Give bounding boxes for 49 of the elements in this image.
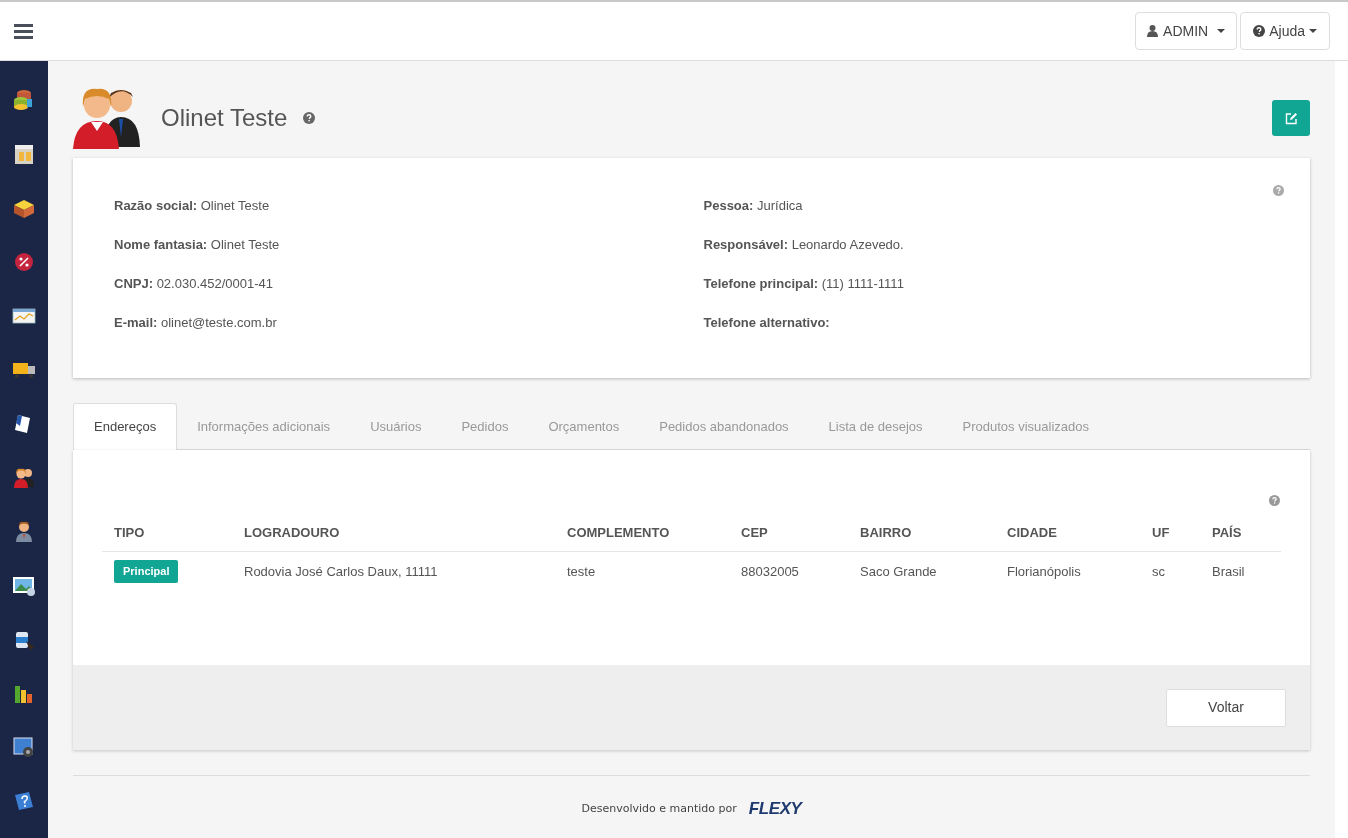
footer-text: Desenvolvido e mantido por [581, 800, 737, 817]
table-cell: Saco Grande [860, 563, 937, 579]
column-header: PAÍS [1200, 523, 1281, 551]
column-header: LOGRADOURO [232, 523, 555, 551]
settings-icon[interactable] [12, 735, 36, 759]
table-cell: sc [1152, 563, 1165, 579]
table-cell: 88032005 [741, 563, 799, 579]
brand-logo: FLEXY [748, 798, 802, 820]
edit-button[interactable] [1272, 100, 1310, 136]
tab[interactable]: Informações adicionais [177, 403, 351, 450]
edit-icon [1284, 111, 1298, 125]
tab[interactable]: Endereços [73, 403, 178, 451]
column-header: COMPLEMENTO [555, 523, 729, 551]
detail-field: Telefone alternativo: [703, 315, 1269, 331]
help-menu-button[interactable]: Ajuda [1240, 12, 1330, 50]
tab[interactable]: Pedidos abandonados [639, 403, 809, 450]
tab[interactable]: Orçamentos [528, 403, 640, 450]
column-header: BAIRRO [848, 523, 995, 551]
column-header: UF [1140, 523, 1200, 551]
table-cell: Brasil [1212, 563, 1245, 579]
help-book-icon[interactable] [12, 789, 36, 813]
detail-field: Responsável: Leonardo Azevedo. [703, 237, 1269, 253]
caret-icon [1217, 29, 1226, 33]
type-badge: Principal [114, 560, 179, 583]
help-icon[interactable] [303, 112, 316, 124]
column-header: TIPO [102, 523, 232, 551]
tab[interactable]: Produtos visualizados [942, 403, 1110, 450]
tab[interactable]: Lista de desejos [808, 403, 943, 450]
user-icon [1147, 25, 1159, 37]
column-header: CIDADE [995, 523, 1140, 551]
detail-field: E-mail: olinet@teste.com.br [114, 315, 692, 331]
detail-field: Telefone principal: (11) 1111-1111 [703, 276, 1269, 292]
help-icon [1253, 25, 1266, 37]
detail-field: Pessoa: Jurídica [703, 198, 1269, 214]
page-title: Olinet Teste [161, 103, 288, 133]
detail-field: CNPJ: 02.030.452/0001-41 [114, 276, 692, 292]
user-menu-button[interactable]: ADMIN [1135, 12, 1238, 50]
table-cell: teste [567, 563, 596, 579]
caret-icon [1309, 29, 1317, 33]
detail-field: Razão social: Olinet Teste [114, 198, 692, 214]
detail-field: Nome fantasia: Olinet Teste [114, 237, 692, 253]
tab[interactable]: Pedidos [441, 403, 529, 450]
tab[interactable]: Usuários [350, 403, 442, 450]
menu-icon[interactable] [14, 23, 33, 39]
table-cell: Florianópolis [1007, 563, 1081, 579]
column-header: CEP [729, 523, 848, 551]
table-cell: Rodovia José Carlos Daux, 11111 [244, 563, 438, 579]
help-icon[interactable] [1269, 495, 1280, 506]
back-button[interactable]: Voltar [1166, 688, 1286, 727]
